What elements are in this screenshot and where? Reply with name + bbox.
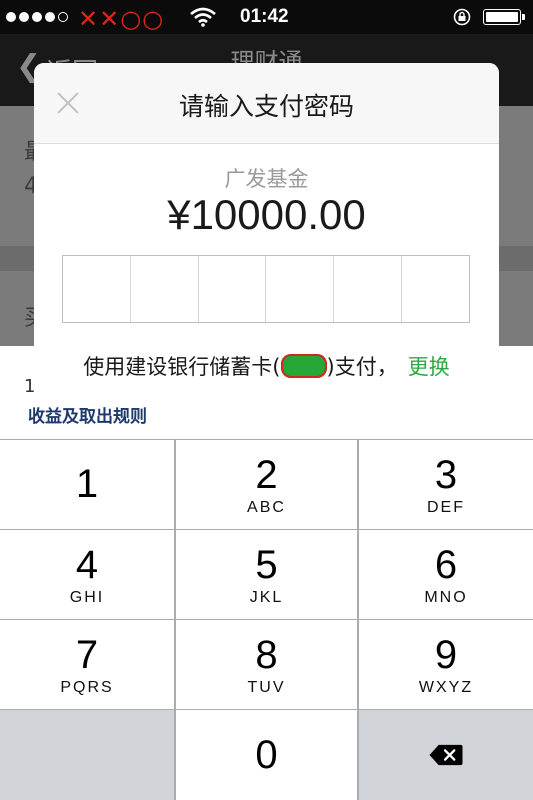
key-8[interactable]: 8 TUV <box>176 620 357 709</box>
key-digit: 5 <box>255 542 278 587</box>
key-4[interactable]: 4 GHI <box>0 530 174 619</box>
key-0[interactable]: 0 <box>176 710 357 800</box>
signal-strength-icon <box>6 12 68 22</box>
payment-method-line: 使用建设银行储蓄卡( )支付， 更换 <box>34 351 499 381</box>
password-input[interactable] <box>62 255 470 323</box>
key-3[interactable]: 3 DEF <box>359 440 533 529</box>
key-letters: DEF <box>427 498 465 516</box>
background-rules-link: 收益及取出规则 <box>28 407 147 427</box>
key-letters: JKL <box>249 588 284 606</box>
password-digit-cell <box>334 256 403 322</box>
key-digit: 1 <box>75 461 99 506</box>
change-card-link[interactable]: 更换 <box>408 355 450 379</box>
key-digit: 0 <box>255 733 278 777</box>
password-digit-cell <box>63 256 131 322</box>
key-digit: 8 <box>255 632 278 677</box>
payment-method-prefix: 使用建设银行储蓄卡( <box>83 355 281 379</box>
key-digit: 6 <box>434 542 458 587</box>
key-9[interactable]: 9 WXYZ <box>359 620 533 709</box>
key-blank <box>0 710 174 800</box>
password-digit-cell <box>402 256 469 322</box>
carrier-name: ✕✕○○ <box>78 5 165 33</box>
key-digit: 9 <box>434 632 458 677</box>
key-digit: 3 <box>434 452 458 497</box>
key-letters: TUV <box>247 678 286 696</box>
key-5[interactable]: 5 JKL <box>176 530 357 619</box>
key-letters: ABC <box>247 498 286 516</box>
key-digit: 7 <box>75 632 99 677</box>
status-bar: ✕✕○○ 01:42 <box>0 0 533 34</box>
redacted-card-number <box>280 354 327 378</box>
key-1[interactable]: 1 <box>0 440 174 529</box>
password-digit-cell <box>266 256 335 322</box>
dialog-header: 请输入支付密码 <box>34 63 499 144</box>
status-time: 01:42 <box>240 6 289 27</box>
key-6[interactable]: 6 MNO <box>359 530 533 619</box>
battery-icon <box>483 9 525 25</box>
payment-amount: ¥10000.00 <box>167 191 366 238</box>
key-letters: PQRS <box>60 678 114 696</box>
fund-name: 广发基金 <box>224 167 309 191</box>
key-letters: MNO <box>424 588 468 606</box>
wifi-icon <box>190 7 216 27</box>
key-7[interactable]: 7 PQRS <box>0 620 174 709</box>
payment-method-suffix: )支付， <box>326 355 398 379</box>
key-letters: GHI <box>69 588 105 606</box>
dialog-title: 请输入支付密码 <box>178 92 354 121</box>
key-letters: WXYZ <box>418 678 474 696</box>
key-digit: 4 <box>75 542 99 587</box>
key-2[interactable]: 2 ABC <box>176 440 357 529</box>
rotation-lock-icon <box>453 8 471 26</box>
payment-password-dialog: 请输入支付密码 广发基金 ¥10000.00 使用建设银行储蓄卡( )支付， 更换 <box>34 63 499 393</box>
password-digit-cell <box>131 256 199 322</box>
numeric-keypad: 1 2 ABC 3 DEF 4 GHI 5 JKL 6 MNO 7 PQRS 8… <box>0 439 533 800</box>
backspace-icon <box>429 744 463 766</box>
backspace-button[interactable] <box>359 710 533 800</box>
key-digit: 2 <box>255 452 278 497</box>
password-digit-cell <box>199 256 267 322</box>
